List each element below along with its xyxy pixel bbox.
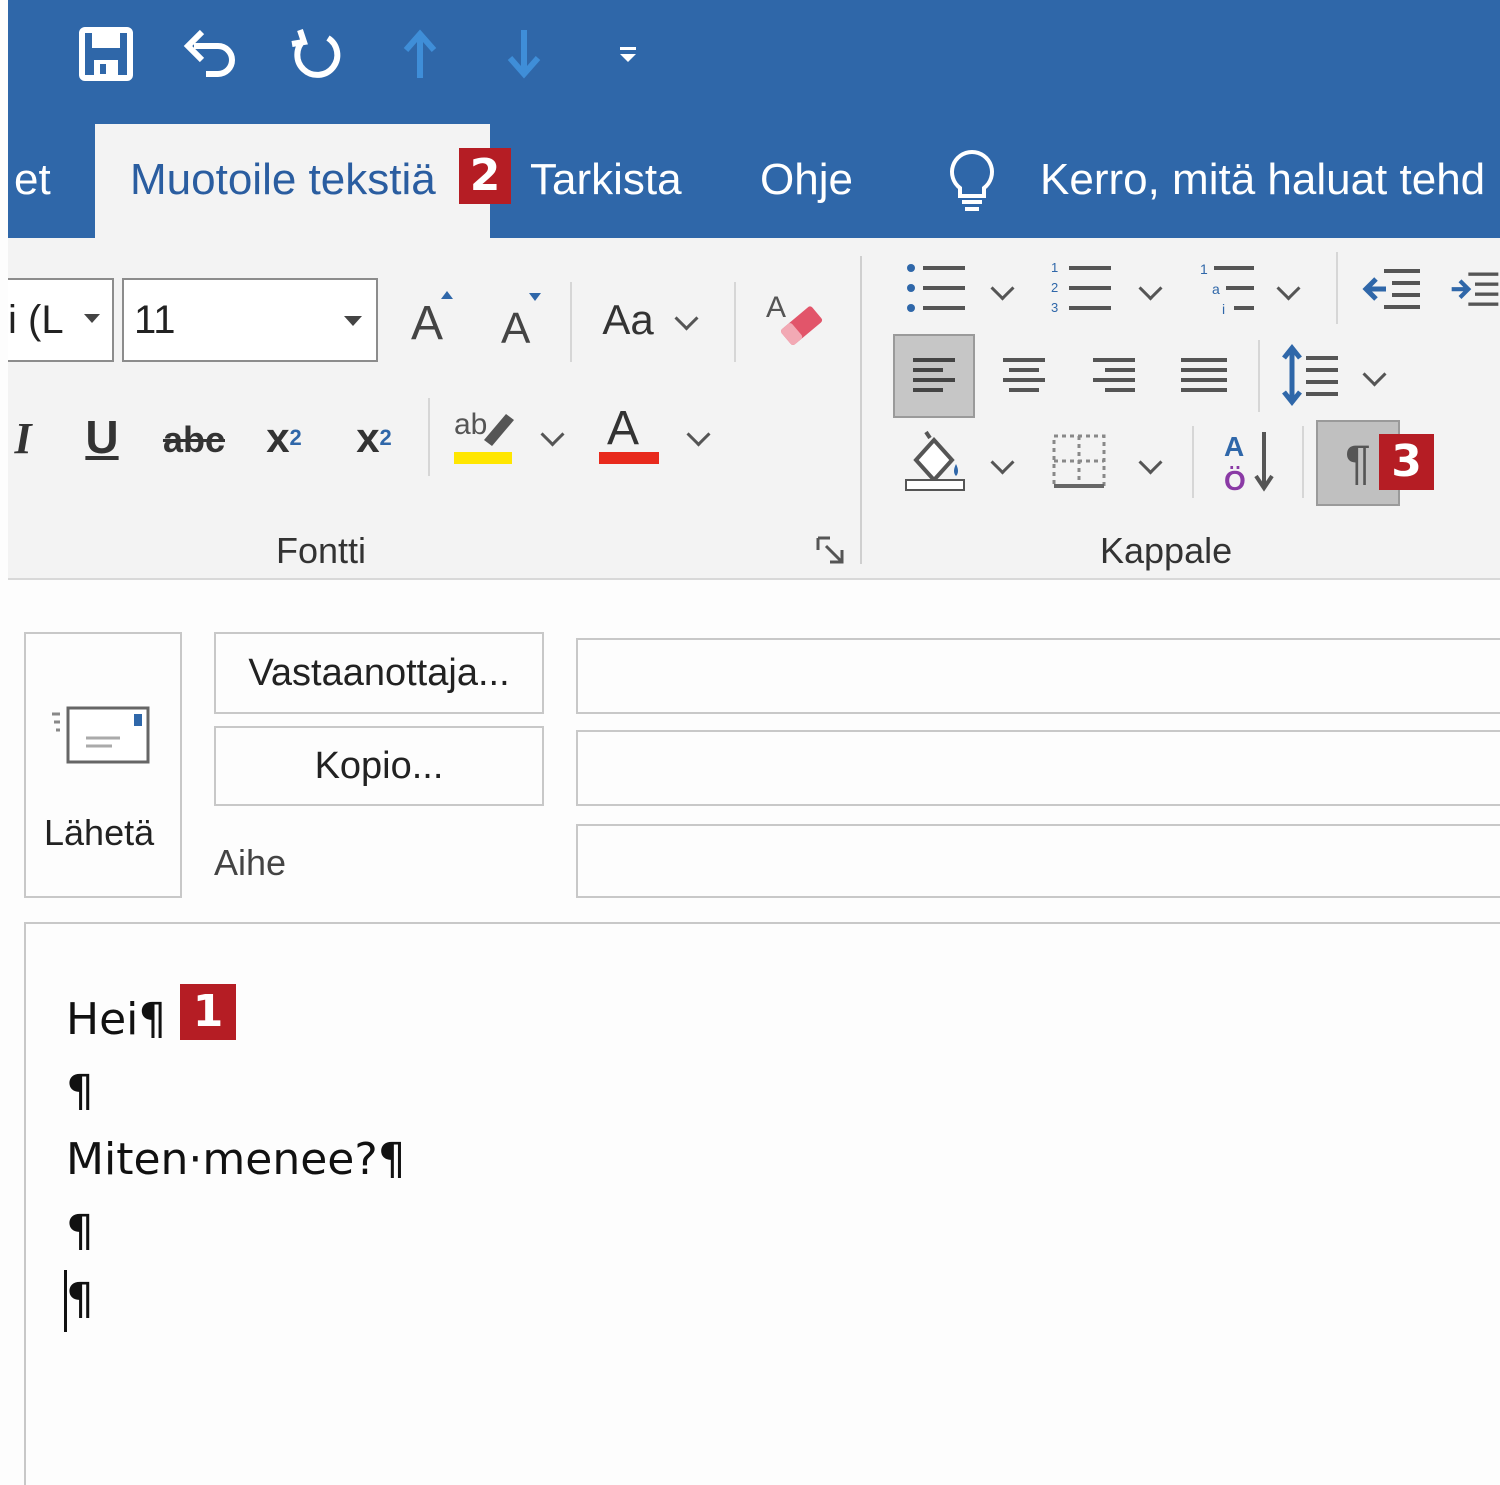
svg-text:A: A <box>766 291 786 324</box>
subject-label: Aihe <box>214 842 287 883</box>
separator <box>1258 340 1260 412</box>
customize-icon[interactable] <box>596 22 660 86</box>
increase-indent-icon[interactable] <box>1450 262 1500 318</box>
align-left-icon[interactable] <box>893 334 975 418</box>
message-body[interactable] <box>24 922 1500 1485</box>
tab-partial[interactable]: et <box>14 155 51 205</box>
callout-badge-3: 3 <box>1379 434 1434 490</box>
to-field[interactable] <box>576 638 1500 714</box>
italic-button[interactable]: I <box>8 408 38 468</box>
bullets-icon[interactable] <box>900 258 970 318</box>
grow-font-icon[interactable]: A <box>400 285 464 349</box>
font-size-combo[interactable]: 11 <box>122 278 378 362</box>
tab-format-text-label[interactable]: Muotoile tekstiä <box>130 155 436 205</box>
text-cursor <box>64 1270 67 1332</box>
superscript-button[interactable]: x2 <box>344 405 404 471</box>
separator <box>428 398 430 476</box>
font-color-icon[interactable]: A <box>596 400 662 466</box>
shading-icon[interactable] <box>898 426 972 496</box>
decrease-indent-icon[interactable] <box>1360 262 1424 318</box>
shrink-font-icon[interactable]: A <box>488 285 552 349</box>
separator <box>1302 426 1304 498</box>
dropdown-arrow-icon <box>344 316 362 326</box>
svg-text:A: A <box>607 402 639 455</box>
svg-text:A: A <box>411 297 443 347</box>
svg-text:a: a <box>1212 281 1220 297</box>
save-icon[interactable] <box>74 22 138 86</box>
group-separator <box>860 256 862 564</box>
redo-icon[interactable] <box>284 22 348 86</box>
undo-icon[interactable] <box>178 22 242 86</box>
separator <box>570 282 572 362</box>
tab-help[interactable]: Ohje <box>760 155 853 205</box>
borders-icon[interactable] <box>1048 430 1110 492</box>
send-envelope-icon <box>50 704 154 775</box>
subscript-button[interactable]: x2 <box>254 405 314 471</box>
svg-text:i: i <box>1222 301 1225 316</box>
send-button[interactable]: Lähetä <box>24 632 182 898</box>
font-name-combo[interactable]: i (L <box>8 278 114 362</box>
separator <box>734 282 736 362</box>
svg-text:A: A <box>501 304 531 347</box>
svg-text:2: 2 <box>1051 280 1058 295</box>
group-label-paragraph: Kappale <box>1100 530 1233 571</box>
svg-text:3: 3 <box>1051 300 1058 315</box>
change-case-button[interactable]: Aa <box>596 290 660 350</box>
body-line-1: Hei¶ <box>66 994 167 1045</box>
separator <box>1336 252 1338 324</box>
line-spacing-icon[interactable] <box>1280 342 1342 408</box>
svg-text:1: 1 <box>1200 261 1208 277</box>
sort-icon[interactable]: A Ö <box>1216 426 1282 496</box>
align-right-icon[interactable] <box>1084 346 1144 406</box>
svg-text:ab: ab <box>454 408 487 441</box>
body-line-5: ¶ <box>66 1274 94 1325</box>
arrow-down-icon <box>492 22 556 86</box>
numbering-icon[interactable]: 1 2 3 <box>1046 258 1116 318</box>
svg-text:1: 1 <box>1051 260 1058 275</box>
justify-icon[interactable] <box>1174 346 1234 406</box>
callout-badge-1: 1 <box>180 984 236 1040</box>
tab-review[interactable]: Tarkista <box>530 155 682 205</box>
svg-text:Ö: Ö <box>1224 465 1246 494</box>
arrow-up-icon <box>388 22 452 86</box>
tell-me-search[interactable]: Kerro, mitä haluat tehd <box>1040 155 1485 205</box>
underline-button[interactable]: U <box>76 405 128 469</box>
align-center-icon[interactable] <box>994 346 1054 406</box>
body-line-4: ¶ <box>66 1206 94 1257</box>
clear-formatting-icon[interactable]: A <box>760 285 830 355</box>
cc-button[interactable]: Kopio... <box>214 726 544 806</box>
multilevel-list-icon[interactable]: 1 a i <box>1196 258 1260 318</box>
body-line-3: Miten·menee?¶ <box>66 1134 406 1185</box>
lightbulb-icon[interactable] <box>945 148 999 219</box>
dialog-launcher-icon[interactable] <box>816 536 846 571</box>
callout-badge-2: 2 <box>459 148 511 204</box>
strikethrough-button[interactable]: abc <box>158 410 230 470</box>
cc-field[interactable] <box>576 730 1500 806</box>
dropdown-arrow-icon <box>84 314 100 323</box>
highlight-color-icon[interactable]: ab <box>448 400 518 466</box>
to-button[interactable]: Vastaanottaja... <box>214 632 544 714</box>
separator <box>1192 426 1194 498</box>
svg-text:A: A <box>1224 431 1244 462</box>
group-label-font: Fontti <box>276 530 367 571</box>
subject-field[interactable] <box>576 824 1500 898</box>
body-line-2: ¶ <box>66 1066 94 1117</box>
